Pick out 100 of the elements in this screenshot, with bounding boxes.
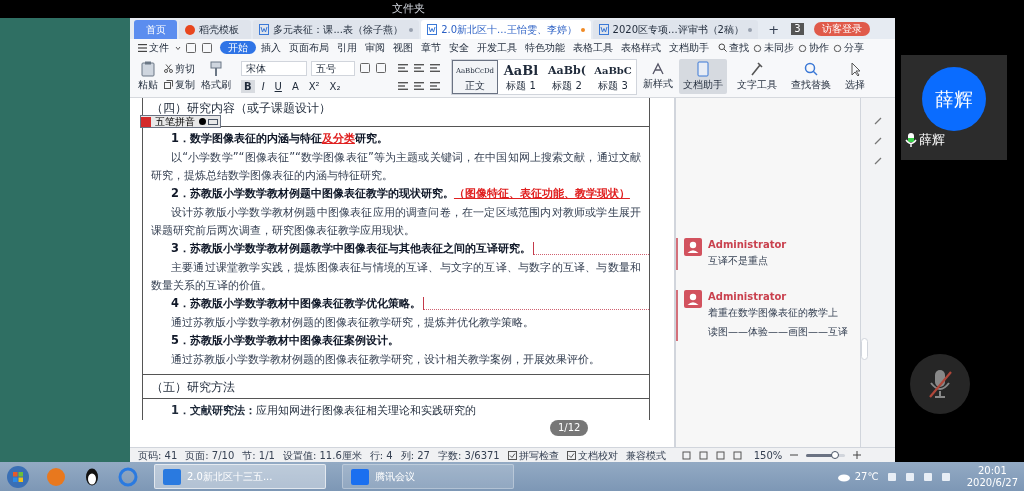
compat-mode: 兼容模式 — [625, 448, 666, 463]
avatar-icon — [684, 290, 702, 308]
document-icon — [259, 24, 270, 35]
indent-icon[interactable] — [429, 61, 441, 74]
numbered-heading: 3．苏教版小学数学教材例题教学中图像表征与其他表征之间的互译研究。 — [171, 239, 531, 257]
toolbar-link[interactable]: 协作 — [808, 40, 829, 55]
ribbon-tab[interactable]: 文档助手 — [665, 41, 712, 54]
participant-avatar: 薛辉 — [922, 67, 986, 131]
check-icon — [507, 450, 517, 460]
ribbon-button[interactable]: 查找替换 — [787, 59, 835, 94]
ribbon-tab[interactable]: 页面布局 — [285, 41, 332, 54]
format-button[interactable]: X₂ — [326, 79, 344, 93]
paragraph: 主要通过课堂教学实践，提炼图像表征与情境的互译、与文字的互译、与数字的互译、与数量和数量关系的互译的价值。 — [150, 259, 642, 294]
zoom-out-icon[interactable] — [790, 451, 799, 459]
cut-button[interactable]: 剪切 — [164, 62, 195, 75]
pen-icon[interactable] — [873, 116, 883, 126]
ribbon-tab[interactable]: 开始 — [219, 41, 256, 54]
participant-name: 薛辉 — [919, 132, 945, 148]
align-center-icon[interactable] — [413, 79, 425, 92]
ribbon-tab[interactable]: 审阅 — [361, 41, 388, 54]
zoom-level: 150% — [753, 448, 783, 463]
status-button[interactable]: 文档校对 — [566, 447, 618, 463]
font-size-dropdown[interactable]: 五号 — [311, 60, 355, 76]
paragraph: 1．文献研究法：应用知网进行图像表征相关理论和实践研究的 — [171, 402, 476, 420]
format-painter-button[interactable]: 格式刷 — [201, 61, 231, 92]
new-style-button[interactable]: 新样式 — [643, 62, 673, 91]
status-item: 页码: 41 — [138, 448, 178, 463]
ime-toolbar[interactable]: 五笔拼音 — [140, 115, 221, 128]
file-menu[interactable]: 文件 — [149, 40, 169, 55]
ime-logo-icon — [141, 116, 151, 127]
zoom-in-icon[interactable] — [853, 451, 861, 459]
status-item: 节: 1/1 — [242, 448, 275, 463]
scissors-icon — [164, 64, 173, 73]
format-button[interactable]: A — [288, 79, 302, 93]
search-icon — [803, 61, 819, 77]
search-icon[interactable] — [717, 43, 727, 52]
bullet-list-icon[interactable] — [397, 61, 409, 74]
comment-author: Administrator — [708, 238, 787, 251]
format-button[interactable]: U — [271, 79, 285, 93]
toolbar-link[interactable]: 分享 — [843, 40, 864, 55]
ribbon-tab[interactable]: 表格工具 — [569, 41, 616, 54]
ribbon-tab[interactable]: 特色功能 — [521, 41, 568, 54]
zoom-slider[interactable] — [806, 453, 845, 457]
ribbon-tab[interactable]: 引用 — [333, 41, 360, 54]
status-button[interactable]: 拼写检查 — [507, 447, 559, 463]
microphone-icon — [905, 132, 917, 148]
numbered-heading: 2．苏教版小学数学教材例题中图像表征教学的现状研究。（图像特征、表征功能、教学现状） — [171, 184, 630, 202]
numbered-list-icon[interactable] — [413, 61, 425, 74]
document-tab[interactable]: 2.0新北区十...王怡雯、李婷） — [421, 20, 591, 39]
align-left-icon[interactable] — [397, 79, 409, 92]
justify-icon[interactable] — [429, 79, 441, 92]
toolbar-link[interactable]: 未同步 — [763, 40, 794, 55]
ribbon-tab[interactable]: 章节 — [417, 41, 444, 54]
status-item: 设置值: 11.6厘米 — [282, 448, 362, 463]
document-icon — [427, 24, 438, 35]
comment-text: 着重在数学图像表征的教学上 — [708, 306, 839, 320]
clipboard-icon — [141, 61, 155, 77]
clock-date: 2020/6/27 — [966, 476, 1018, 489]
caret-icon — [175, 44, 181, 51]
paragraph: 通过苏教版小学数学教材例题的图像表征教学研究，设计相关教学案例，开展效果评价。 — [170, 351, 601, 368]
format-button[interactable]: B — [241, 79, 255, 93]
document-tab[interactable]: 多元表征：课...表（徐子燕） — [253, 20, 420, 39]
menu-icon[interactable] — [138, 43, 147, 52]
meeting-icon — [351, 468, 369, 485]
style-option[interactable]: AaBb( 标题 2 — [544, 59, 590, 94]
page-indicator: 1/12 — [550, 420, 589, 436]
screen-title: 文件夹 — [392, 2, 425, 16]
document-icon — [695, 61, 711, 77]
paste-button[interactable]: 粘贴 — [138, 61, 158, 92]
ribbon-tab[interactable]: 视图 — [389, 41, 416, 54]
style-option[interactable]: AaBl 标题 1 — [498, 59, 544, 94]
moon-icon — [199, 118, 206, 125]
comment-text: 互译不是重点 — [708, 254, 769, 268]
weather-text: 27℃ — [854, 470, 879, 484]
format-button[interactable]: X² — [305, 79, 323, 93]
avatar-icon — [684, 238, 702, 256]
ribbon-button[interactable]: 选择 — [841, 59, 869, 94]
format-button[interactable]: I — [258, 79, 268, 93]
ribbon-tab[interactable]: 插入 — [257, 41, 284, 54]
style-option[interactable]: AaBbC 标题 3 — [590, 59, 636, 94]
document-icon — [598, 24, 609, 35]
ribbon-tab[interactable]: 表格样式 — [617, 41, 664, 54]
copy-button[interactable]: 复制 — [164, 78, 195, 91]
ribbon-tab[interactable]: 开发工具 — [473, 41, 520, 54]
keyboard-icon — [208, 118, 218, 125]
microphone-toggle[interactable] — [910, 354, 970, 414]
new-tab-button[interactable]: + — [760, 20, 788, 39]
start-button[interactable] — [6, 464, 30, 489]
scrollbar-thumb[interactable] — [861, 338, 868, 360]
window-count-badge: 3 — [791, 23, 804, 35]
font-dropdown[interactable]: 宋体 — [241, 60, 307, 76]
section-heading: （四）研究内容（或子课题设计） — [151, 100, 331, 116]
document-tab[interactable]: 2020区专项...评审书（2稿） — [592, 20, 759, 39]
document-tab[interactable]: 稻壳模板 — [179, 20, 252, 39]
ribbon-button[interactable]: 文字工具 — [733, 59, 781, 94]
comment-author: Administrator — [708, 290, 788, 303]
ribbon-button[interactable]: 文档助手 — [679, 59, 727, 94]
guest-login-button[interactable]: 访客登录 — [813, 22, 870, 36]
find-link[interactable]: 查找 — [728, 40, 749, 55]
ribbon-tab[interactable]: 安全 — [445, 41, 472, 54]
